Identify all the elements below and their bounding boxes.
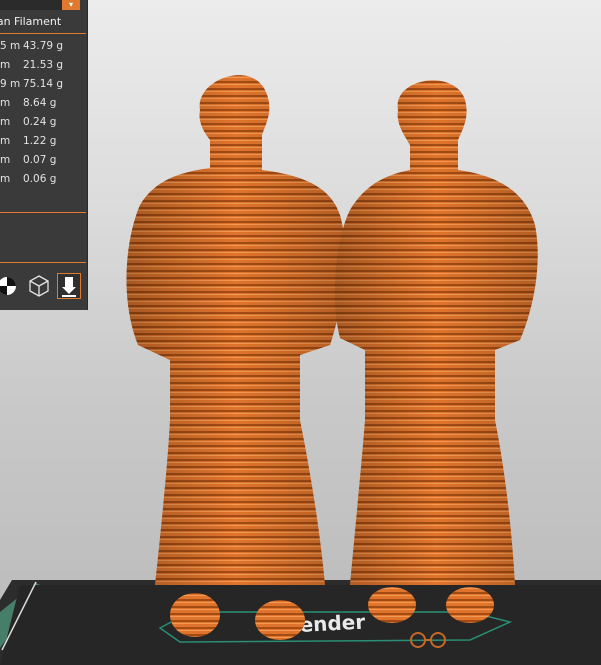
model-right	[334, 80, 538, 623]
divider	[0, 262, 86, 263]
divider	[0, 33, 86, 34]
3d-viewport[interactable]: ender	[0, 0, 601, 665]
stat-row: m 0.06 g	[0, 173, 57, 185]
model-left	[126, 75, 346, 640]
stat-row: m 1.22 g	[0, 135, 57, 147]
stat-row: m 0.07 g	[0, 154, 57, 166]
stat-row: 5 m 43.79 g	[0, 40, 64, 52]
stat-row: m 8.64 g	[0, 97, 57, 109]
chevron-down-icon[interactable]: ▾	[62, 0, 80, 10]
filament-header-label: Filament	[14, 15, 62, 28]
panel-header-bar	[0, 0, 62, 10]
filament-header-prefix: milan	[0, 15, 11, 28]
cube-wireframe-icon[interactable]	[27, 273, 51, 299]
panel-header: ▾	[0, 0, 88, 12]
bed-logo: ender	[299, 610, 366, 637]
stat-row: 9 m 75.14 g	[0, 78, 64, 90]
divider	[0, 212, 86, 213]
view-toolbar	[0, 273, 88, 301]
print-stats-panel: ▾ milan Filament 5 m43.79 g m21.53 g 9 m…	[0, 0, 88, 310]
center-of-mass-icon[interactable]	[0, 273, 24, 299]
lay-flat-icon[interactable]	[57, 273, 81, 299]
stat-row: m 21.53 g	[0, 59, 64, 71]
scene-svg: ender	[0, 75, 601, 665]
stat-row: m 0.24 g	[0, 116, 57, 128]
filament-header: milan Filament	[0, 15, 88, 28]
